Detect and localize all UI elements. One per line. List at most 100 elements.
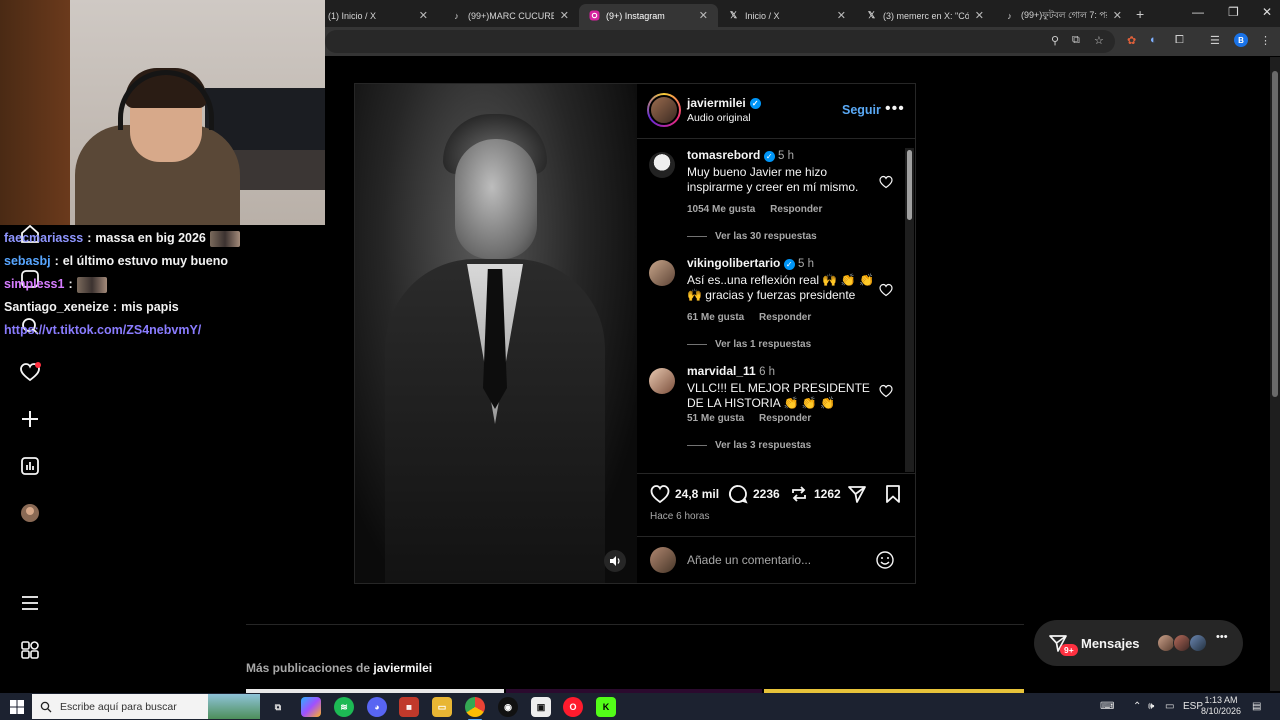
windows-start-icon[interactable] — [10, 700, 24, 714]
minimize-icon[interactable]: — — [1192, 5, 1204, 19]
profile-avatar-icon[interactable] — [18, 501, 42, 525]
tab-tiktok-cucurella[interactable]: ♪ (99+)MARC CUCURELLA ✕ — [441, 4, 579, 27]
tab-instagram[interactable]: (9+) Instagram ✕ — [579, 4, 718, 27]
close-icon[interactable]: ✕ — [837, 9, 846, 22]
share-button[interactable] — [847, 484, 867, 504]
taskbar-search[interactable]: Escribe aquí para buscar — [32, 694, 260, 719]
messages-badge: 9+ — [1060, 644, 1078, 656]
kick-icon[interactable]: K — [596, 697, 616, 717]
commenter-avatar[interactable] — [649, 152, 675, 178]
keyboard-icon[interactable]: ⌨ — [1100, 701, 1114, 712]
tab-inicio-x-2[interactable]: 𝕏 Inicio / X ✕ — [718, 4, 856, 27]
network-icon[interactable]: ▭ — [1165, 701, 1174, 712]
tab-search-icon[interactable]: ☰ — [1210, 34, 1220, 47]
obs-icon[interactable]: ◉ — [498, 697, 518, 717]
more-posts-user[interactable]: javiermilei — [373, 661, 432, 675]
commenter-username[interactable]: tomasrebord — [687, 148, 760, 162]
author-avatar[interactable] — [647, 93, 681, 127]
cast-icon[interactable]: ⧉ — [1072, 34, 1080, 47]
windows-taskbar: Escribe aquí para buscar ⧉ ≋ ◕ ▦ ▭ ◉ ▣ O… — [0, 693, 1280, 720]
comment-input[interactable] — [687, 547, 867, 573]
reply-button[interactable]: Responder — [759, 312, 811, 323]
file-explorer-icon[interactable]: ▭ — [432, 697, 452, 717]
address-bar[interactable] — [325, 30, 1115, 53]
more-options-icon[interactable]: ••• — [885, 100, 905, 118]
author-username[interactable]: javiermilei — [687, 96, 746, 110]
view-replies-label: Ver las 1 respuestas — [715, 339, 812, 350]
chat-link[interactable]: https://vt.tiktok.com/ZS4nebvmY/ — [4, 319, 201, 342]
view-replies-button[interactable]: Ver las 30 respuestas — [687, 231, 817, 242]
extension-icon[interactable]: ◐ — [1150, 34, 1157, 46]
bookmark-star-icon[interactable]: ☆ — [1094, 34, 1104, 47]
chat-text: mis papis — [121, 300, 179, 314]
commenter-username[interactable]: vikingolibertario — [687, 256, 780, 270]
task-view-icon[interactable]: ⧉ — [268, 697, 288, 717]
close-icon[interactable]: ✕ — [560, 9, 569, 22]
tab-title: (99+)ফুটবল গোল 7: পরা — [1021, 10, 1107, 20]
comment-likes[interactable]: 1054 Me gusta — [687, 204, 755, 215]
chat-emote — [209, 230, 240, 247]
comment-likes[interactable]: 61 Me gusta — [687, 312, 744, 323]
view-replies-button[interactable]: Ver las 3 respuestas — [687, 440, 811, 451]
view-replies-button[interactable]: Ver las 1 respuestas — [687, 339, 811, 350]
notification-icon[interactable]: ▤ — [1252, 701, 1261, 712]
extensions-puzzle-icon[interactable]: ⧠ — [1175, 34, 1184, 47]
close-icon[interactable]: ✕ — [699, 9, 708, 22]
reply-button[interactable]: Responder — [770, 204, 822, 215]
close-icon[interactable]: ✕ — [419, 9, 428, 22]
app-icon[interactable]: ▦ — [399, 697, 419, 717]
emoji-icon[interactable] — [875, 550, 895, 570]
chrome-icon[interactable] — [465, 697, 485, 720]
like-comment-heart-icon[interactable] — [879, 283, 893, 297]
repost-button[interactable]: 1262 — [789, 484, 841, 504]
audio-label[interactable]: Audio original — [687, 112, 751, 124]
comment-meta: 51 Me gusta Responder — [687, 413, 823, 424]
audio-toggle-button[interactable] — [604, 550, 626, 572]
close-icon[interactable]: ✕ — [1113, 9, 1122, 22]
scrollbar-thumb[interactable] — [907, 150, 912, 220]
comment-button[interactable]: 2236 — [728, 484, 780, 504]
post-video[interactable] — [355, 84, 637, 583]
commenter-avatar[interactable] — [649, 260, 675, 286]
profile-avatar[interactable]: B — [1234, 33, 1248, 47]
new-tab-button[interactable]: + — [1136, 6, 1144, 22]
spotify-icon[interactable]: ≋ — [334, 697, 354, 717]
restore-icon[interactable]: ❐ — [1228, 5, 1239, 19]
commenter-username[interactable]: marvidal_11 — [687, 364, 756, 378]
dashboard-icon[interactable] — [18, 454, 42, 478]
copilot-icon[interactable] — [301, 697, 321, 717]
page-scrollbar[interactable] — [1270, 57, 1280, 691]
tab-inicio-x-1[interactable]: (1) Inicio / X ✕ — [318, 4, 438, 27]
tray-overflow-icon[interactable]: ⌃ — [1133, 701, 1141, 712]
follow-button[interactable]: Seguir — [842, 103, 881, 117]
comments-scrollbar[interactable] — [905, 148, 914, 472]
save-button[interactable] — [883, 484, 903, 504]
messages-button[interactable]: 9+ Mensajes ••• — [1034, 620, 1243, 666]
more-menu-icon[interactable] — [18, 591, 42, 615]
also-from-meta-icon[interactable] — [18, 638, 42, 662]
comment-body: marvidal_11 6 h VLLC!!! EL MEJOR PRESIDE… — [687, 364, 877, 412]
like-comment-heart-icon[interactable] — [879, 175, 893, 189]
menu-kebab-icon[interactable]: ⋮ — [1260, 34, 1271, 47]
tab-memerc-x[interactable]: 𝕏 (3) memerc en X: "Cómo ✕ — [856, 4, 994, 27]
view-replies-label: Ver las 3 respuestas — [715, 440, 812, 451]
like-button[interactable]: 24,8 mil — [650, 484, 719, 504]
scrollbar-thumb[interactable] — [1272, 71, 1278, 397]
taskbar-clock[interactable]: 1:13 AM 8/10/2026 — [1196, 695, 1246, 717]
reply-button[interactable]: Responder — [759, 413, 811, 424]
volume-icon[interactable]: 🕪 — [1148, 701, 1154, 712]
commenter-avatar[interactable] — [649, 368, 675, 394]
comment-likes[interactable]: 51 Me gusta — [687, 413, 744, 424]
notifications-heart-icon[interactable] — [18, 360, 42, 384]
discord-icon[interactable]: ◕ — [367, 697, 387, 717]
extension-icon[interactable]: ✿ — [1127, 34, 1136, 47]
app-icon[interactable]: ▣ — [531, 697, 551, 717]
window-close-icon[interactable]: ✕ — [1262, 5, 1272, 19]
tab-tiktok-football[interactable]: ♪ (99+)ফুটবল গোল 7: পরা ✕ — [994, 4, 1132, 27]
close-icon[interactable]: ✕ — [975, 9, 984, 22]
opera-gx-icon[interactable]: O — [563, 697, 583, 717]
comment-time: 6 h — [759, 366, 776, 378]
zoom-icon[interactable]: ⚲ — [1051, 34, 1059, 47]
create-plus-icon[interactable] — [18, 407, 42, 431]
like-comment-heart-icon[interactable] — [879, 384, 893, 398]
